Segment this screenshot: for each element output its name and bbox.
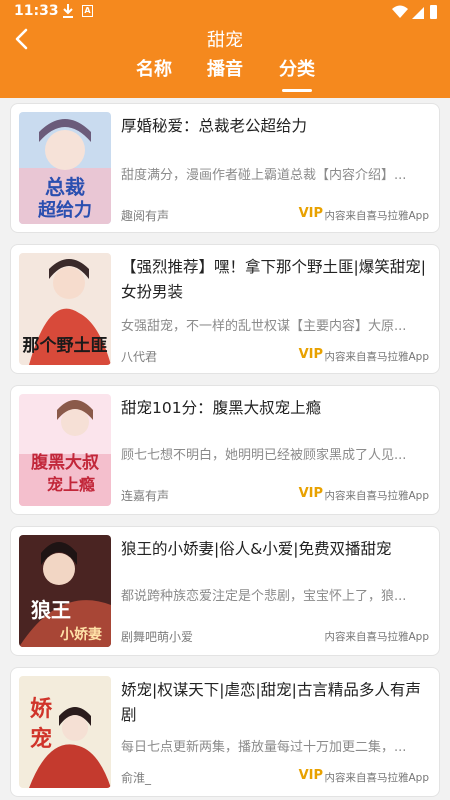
album-title: 娇宠|权谋天下|虐恋|甜宠|古言精品多人有声剧 <box>121 681 421 724</box>
album-title: 厚婚秘爱：总裁老公超给力 <box>121 117 308 135</box>
svg-text:狼王: 狼王 <box>31 598 71 622</box>
album-description: 女强甜宠，不一样的乱世权谋【主要内容】大原... <box>121 319 407 334</box>
svg-text:总裁: 总裁 <box>45 175 85 199</box>
vip-badge: VIP <box>298 768 323 783</box>
svg-text:娇: 娇 <box>30 696 53 722</box>
svg-text:超给力: 超给力 <box>38 199 92 221</box>
download-icon <box>63 4 73 18</box>
app-header: 11:33 A 甜宠 名称 播音 分类 <box>0 0 450 98</box>
album-cover: 狼王 小娇妻 <box>19 535 111 647</box>
album-source: 内容来自喜马拉雅App <box>324 631 429 643</box>
album-source: 内容来自喜马拉雅App <box>324 210 429 222</box>
notification-a-icon: A <box>82 5 93 17</box>
wifi-battery-icon <box>392 5 437 19</box>
svg-text:宠上瘾: 宠上瘾 <box>47 475 95 494</box>
album-source: 内容来自喜马拉雅App <box>324 772 429 784</box>
album-source: 内容来自喜马拉雅App <box>324 351 429 363</box>
album-source: 内容来自喜马拉雅App <box>324 490 429 502</box>
svg-text:宠: 宠 <box>30 726 52 752</box>
album-card[interactable]: 总裁 超给力 厚婚秘爱：总裁老公超给力 甜度满分，漫画作者碰上霸道总裁【内容介绍… <box>10 103 440 233</box>
album-author: 剧舞吧萌小爱 <box>121 630 194 644</box>
svg-text:那个野土匪: 那个野土匪 <box>23 335 108 356</box>
album-cover: 娇 宠 <box>19 676 111 788</box>
album-list[interactable]: 总裁 超给力 厚婚秘爱：总裁老公超给力 甜度满分，漫画作者碰上霸道总裁【内容介绍… <box>0 98 450 800</box>
album-description: 顾七七想不明白，她明明已经被顾家黑成了人见... <box>121 448 407 463</box>
tab-narrator[interactable]: 播音 <box>195 55 255 81</box>
vip-badge: VIP <box>298 486 323 501</box>
tab-category[interactable]: 分类 <box>267 55 327 81</box>
status-bar: 11:33 A <box>0 0 450 24</box>
tab-bar: 名称 播音 分类 <box>0 55 450 95</box>
album-card[interactable]: 那个野土匪 【强烈推荐】嘿！拿下那个野土匪|爆笑甜宠|女扮男装 女强甜宠，不一样… <box>10 244 440 374</box>
album-description: 都说跨种族恋爱注定是个悲剧，宝宝怀上了，狼... <box>121 589 407 604</box>
svg-text:腹黑大叔: 腹黑大叔 <box>31 452 100 473</box>
album-description: 每日七点更新两集，播放量每过十万加更二集，... <box>121 740 407 755</box>
album-cover: 总裁 超给力 <box>19 112 111 224</box>
album-title: 【强烈推荐】嘿！拿下那个野土匪|爆笑甜宠|女扮男装 <box>121 258 426 301</box>
album-cover: 那个野土匪 <box>19 253 111 365</box>
album-author: 俞淮_ <box>121 771 152 785</box>
page-title: 甜宠 <box>207 30 243 51</box>
album-author: 趣阅有声 <box>121 209 170 223</box>
album-cover: 腹黑大叔 宠上瘾 <box>19 394 111 506</box>
album-description: 甜度满分，漫画作者碰上霸道总裁【内容介绍】... <box>121 168 407 183</box>
album-title: 甜宠101分：腹黑大叔宠上瘾 <box>121 399 322 417</box>
album-author: 连嘉有声 <box>121 489 170 503</box>
status-time: 11:33 <box>14 3 59 19</box>
album-title: 狼王的小娇妻|俗人&小爱|免费双播甜宠 <box>121 540 392 558</box>
active-tab-indicator <box>282 89 312 92</box>
album-card[interactable]: 狼王 小娇妻 狼王的小娇妻|俗人&小爱|免费双播甜宠 都说跨种族恋爱注定是个悲剧… <box>10 526 440 656</box>
album-card[interactable]: 腹黑大叔 宠上瘾 甜宠101分：腹黑大叔宠上瘾 顾七七想不明白，她明明已经被顾家… <box>10 385 440 515</box>
tab-name[interactable]: 名称 <box>124 55 184 81</box>
album-card[interactable]: 娇 宠 娇宠|权谋天下|虐恋|甜宠|古言精品多人有声剧 每日七点更新两集，播放量… <box>10 667 440 797</box>
vip-badge: VIP <box>298 206 323 221</box>
album-author: 八代君 <box>121 350 158 364</box>
svg-text:小娇妻: 小娇妻 <box>60 626 102 643</box>
vip-badge: VIP <box>298 347 323 362</box>
